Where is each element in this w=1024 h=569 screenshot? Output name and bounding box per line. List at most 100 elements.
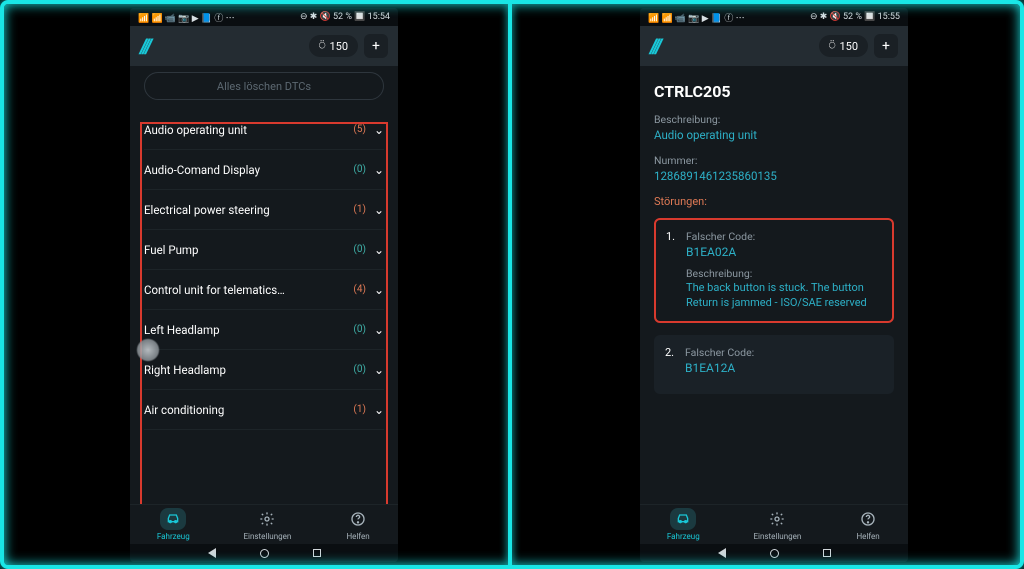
unit-label: Left Headlamp [144,323,340,337]
app-header: /// ⍥ 150 + [640,26,908,66]
help-icon [855,508,881,530]
fault-number: 1. [666,230,675,243]
fault-number: 2. [665,346,674,359]
touch-indicator [136,338,160,362]
fault-code: B1EA12A [685,361,881,375]
chevron-down-icon: ⌄ [374,403,384,417]
nav-label: Einstellungen [754,532,802,541]
chevron-down-icon: ⌄ [374,123,384,137]
unit-label: Electrical power steering [144,203,340,217]
nav-label: Fahrzeug [667,532,700,541]
unit-count: (0) [348,324,366,335]
app-header: /// ⍥ 150 + [130,26,398,66]
unit-count: (4) [348,284,366,295]
nav-label: Einstellungen [244,532,292,541]
nav-label: Helfen [856,532,879,541]
unit-count: (0) [348,244,366,255]
status-bar: 📶 📶 📹 📷 ▶ 📘 ⓕ ⋯ ⊖ ✱ 🔇 52 % 🔲 15:55 [640,8,908,26]
unit-label: Control unit for telematics… [144,283,340,297]
link-icon: ⍥ [829,39,836,53]
gear-icon [764,508,790,530]
fault-code-label: Falscher Code: [685,346,881,359]
chevron-down-icon: ⌄ [374,283,384,297]
description-value: Audio operating unit [654,128,894,142]
nav-helfen[interactable]: Helfen [345,508,371,541]
list-item[interactable]: Electrical power steering (1) ⌄ [144,190,384,230]
control-unit-list: Audio operating unit (5) ⌄ Audio-Comand Di… [130,110,398,430]
fault-desc: The back button is stuck. The button Ret… [686,280,880,311]
nav-fahrzeug[interactable]: Fahrzeug [667,508,700,541]
status-bar-left: 📶 📶 📹 📷 ▶ 📘 ⓕ ⋯ [138,11,235,24]
home-icon[interactable] [260,549,269,558]
add-button[interactable]: + [874,34,898,58]
list-item[interactable]: Right Headlamp(0)⌄ [144,350,384,390]
android-nav-bar [640,544,908,562]
description-label: Beschreibung: [654,113,894,126]
phone-screen-right: 📶 📶 📹 📷 ▶ 📘 ⓕ ⋯ ⊖ ✱ 🔇 52 % 🔲 15:55 /// ⍥… [640,8,908,562]
nav-einstellungen[interactable]: Einstellungen [244,508,292,541]
unit-count: (0) [348,164,366,175]
credits-pill[interactable]: ⍥ 150 [819,35,868,57]
credits-value: 150 [329,40,348,53]
recents-icon[interactable] [823,549,831,557]
home-icon[interactable] [770,549,779,558]
unit-count: (0) [348,364,366,375]
app-logo: /// [140,34,150,58]
faults-heading: Störungen: [654,195,894,208]
app-logo: /// [650,34,660,58]
list-item[interactable]: Fuel Pump (0) ⌄ [144,230,384,270]
page-title: CTRLC205 [654,82,894,101]
unit-label: Air conditioning [144,403,340,417]
phone-screen-left: 📶 📶 📹 📷 ▶ 📘 ⓕ ⋯ ⊖ ✱ 🔇 52 % 🔲 15:54 /// ⍥… [130,8,398,562]
unit-count: (1) [348,204,366,215]
unit-label: Right Headlamp [144,363,340,377]
car-icon [670,508,696,530]
frame-divider [508,4,512,565]
android-nav-bar [130,544,398,562]
fault-item[interactable]: 1. Falscher Code: B1EA02A Beschreibung: … [654,218,894,323]
list-item[interactable]: Audio operating unit (5) ⌄ [144,110,384,150]
chevron-down-icon: ⌄ [374,243,384,257]
nav-helfen[interactable]: Helfen [855,508,881,541]
list-item[interactable]: Left Headlamp (0) ⌄ [144,310,384,350]
fault-code: B1EA02A [686,245,880,259]
main-content-right: CTRLC205 Beschreibung: Audio operating u… [640,66,908,504]
list-item[interactable]: Audio-Comand Display (0) ⌄ [144,150,384,190]
fault-item[interactable]: 2. Falscher Code: B1EA12A [654,335,894,394]
status-bar-right: ⊖ ✱ 🔇 52 % 🔲 15:55 [810,12,900,22]
number-value: 1286891461235860135 [654,169,894,183]
nav-einstellungen[interactable]: Einstellungen [754,508,802,541]
recents-icon[interactable] [313,549,321,557]
unit-label: Audio operating unit [144,123,340,137]
unit-label: Fuel Pump [144,243,340,257]
chevron-down-icon: ⌄ [374,163,384,177]
number-label: Nummer: [654,154,894,167]
chevron-down-icon: ⌄ [374,323,384,337]
main-content-left: Alles löschen DTCs Audio operating unit (… [130,66,398,504]
fault-desc-label: Beschreibung: [686,267,880,280]
help-icon [345,508,371,530]
bottom-nav: Fahrzeug Einstellungen Helfen [130,504,398,544]
status-bar-left: 📶 📶 📹 📷 ▶ 📘 ⓕ ⋯ [648,11,745,24]
credits-pill[interactable]: ⍥ 150 [309,35,358,57]
link-icon: ⍥ [319,39,326,53]
credits-value: 150 [839,40,858,53]
add-button[interactable]: + [364,34,388,58]
list-item[interactable]: Air conditioning (1) ⌄ [144,390,384,430]
unit-count: (5) [348,124,366,135]
bottom-nav: Fahrzeug Einstellungen Helfen [640,504,908,544]
back-icon[interactable] [718,548,726,558]
fault-code-label: Falscher Code: [686,230,880,243]
nav-label: Helfen [346,532,369,541]
delete-all-dtcs-button[interactable]: Alles löschen DTCs [144,72,384,100]
gear-icon [254,508,280,530]
unit-count: (1) [348,404,366,415]
chevron-down-icon: ⌄ [374,203,384,217]
nav-label: Fahrzeug [157,532,190,541]
list-item[interactable]: Control unit for telematics… (4) ⌄ [144,270,384,310]
car-icon [160,508,186,530]
status-bar-right: ⊖ ✱ 🔇 52 % 🔲 15:54 [300,12,390,22]
unit-label: Audio-Comand Display [144,163,340,177]
back-icon[interactable] [208,548,216,558]
nav-fahrzeug[interactable]: Fahrzeug [157,508,190,541]
